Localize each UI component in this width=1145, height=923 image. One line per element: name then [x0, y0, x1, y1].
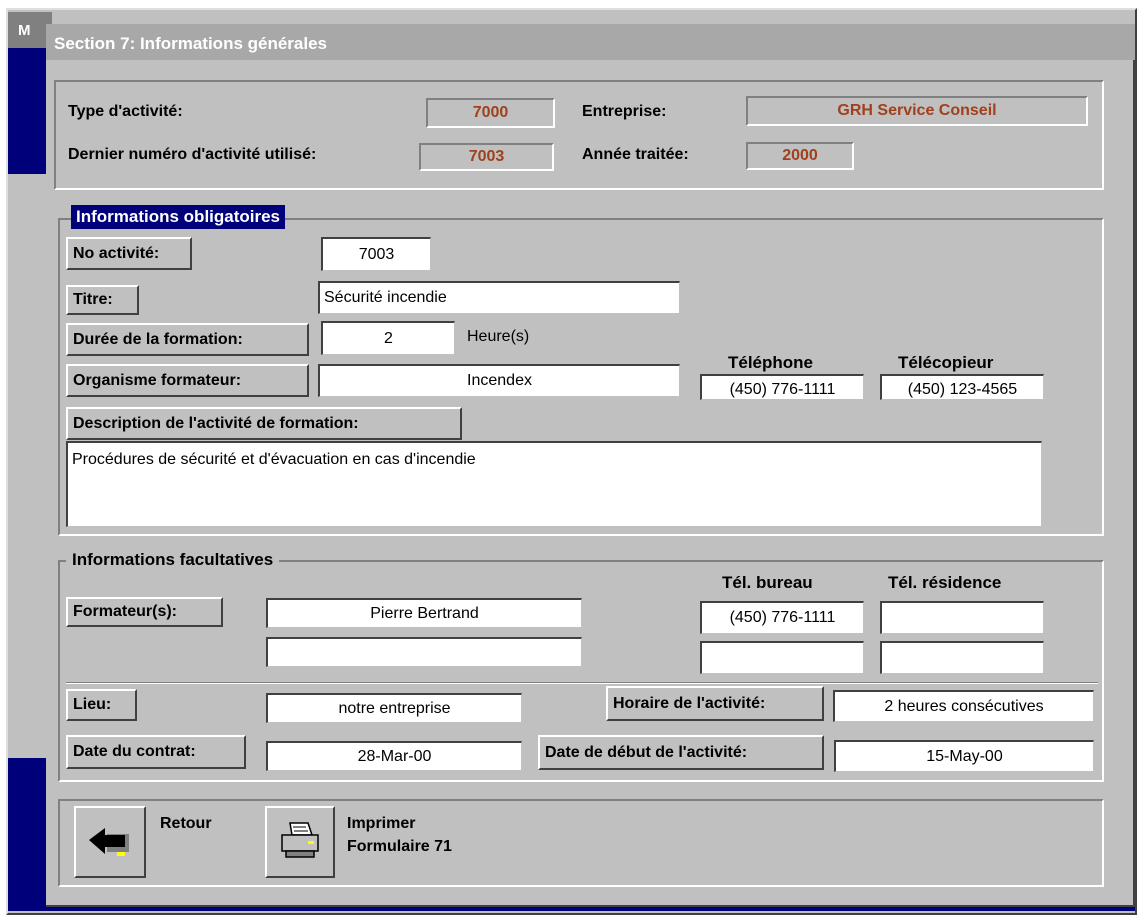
horaire-input[interactable]: 2 heures consécutives [833, 690, 1094, 722]
obligatoires-legend: Informations obligatoires [71, 205, 286, 229]
facultatives-separator [66, 682, 1098, 684]
duree-unit-label: Heure(s) [467, 328, 530, 345]
lieu-input[interactable]: notre entreprise [266, 693, 522, 723]
back-arrow-icon [89, 828, 129, 856]
organisme-button[interactable]: Organisme formateur: [66, 364, 309, 397]
dernier-numero-value: 7003 [419, 143, 554, 171]
horaire-button[interactable]: Horaire de l'activité: [606, 686, 824, 721]
duree-button[interactable]: Durée de la formation: [66, 323, 309, 356]
retour-button[interactable] [74, 806, 146, 878]
telephone-label: Téléphone [728, 353, 814, 372]
formateurs-button[interactable]: Formateur(s): [66, 597, 223, 627]
facultatives-legend: Informations facultatives [66, 550, 280, 570]
annee-label: Année traitée: [582, 146, 689, 163]
titre-input[interactable]: Sécurité incendie [318, 281, 680, 314]
duree-input[interactable]: 2 [321, 321, 455, 355]
titre-button[interactable]: Titre: [66, 285, 139, 315]
entreprise-value: GRH Service Conseil [746, 96, 1088, 126]
entreprise-label: Entreprise: [582, 103, 667, 120]
formateur-1-tel-residence-input[interactable] [880, 601, 1044, 634]
formulaire-label: Formulaire 71 [347, 838, 452, 855]
date-contrat-input[interactable]: 28-Mar-00 [266, 741, 522, 771]
formateur-1-tel-bureau-input[interactable]: (450) 776-1111 [700, 601, 864, 634]
tel-residence-label: Tél. résidence [888, 573, 1002, 592]
type-activite-label: Type d'activité: [68, 103, 183, 120]
telecopieur-input[interactable]: (450) 123-4565 [880, 374, 1044, 400]
type-activite-value: 7000 [426, 98, 555, 128]
no-activite-button[interactable]: No activité: [66, 237, 192, 270]
description-textarea[interactable]: Procédures de sécurité et d'évacuation e… [66, 441, 1042, 527]
formateur-2-input[interactable] [266, 637, 582, 667]
telecopieur-label: Télécopieur [898, 353, 994, 372]
date-debut-input[interactable]: 15-May-00 [834, 740, 1094, 772]
dernier-numero-label: Dernier numéro d'activité utilisé: [68, 146, 317, 163]
lieu-button[interactable]: Lieu: [66, 689, 137, 721]
imprimer-button[interactable] [265, 806, 335, 878]
date-debut-button[interactable]: Date de début de l'activité: [538, 735, 824, 770]
date-contrat-button[interactable]: Date du contrat: [66, 735, 246, 769]
background-blue-band-left-top [8, 48, 50, 174]
description-button[interactable]: Description de l'activité de formation: [66, 407, 462, 440]
imprimer-label: Imprimer [347, 815, 416, 832]
no-activite-input[interactable]: 7003 [321, 237, 431, 271]
organisme-input[interactable]: Incendex [318, 364, 680, 397]
formateur-2-tel-residence-input[interactable] [880, 641, 1044, 674]
telephone-input[interactable]: (450) 776-1111 [700, 374, 864, 400]
background-blue-band-left-bottom [8, 758, 50, 911]
footer-panel [58, 799, 1104, 887]
form-title: Section 7: Informations générales [46, 24, 1135, 60]
annee-value: 2000 [746, 142, 854, 170]
formateur-1-input[interactable]: Pierre Bertrand [266, 598, 582, 628]
printer-icon [281, 822, 319, 858]
formateur-2-tel-bureau-input[interactable] [700, 641, 864, 674]
tel-bureau-label: Tél. bureau [722, 573, 813, 592]
retour-label: Retour [160, 815, 212, 832]
